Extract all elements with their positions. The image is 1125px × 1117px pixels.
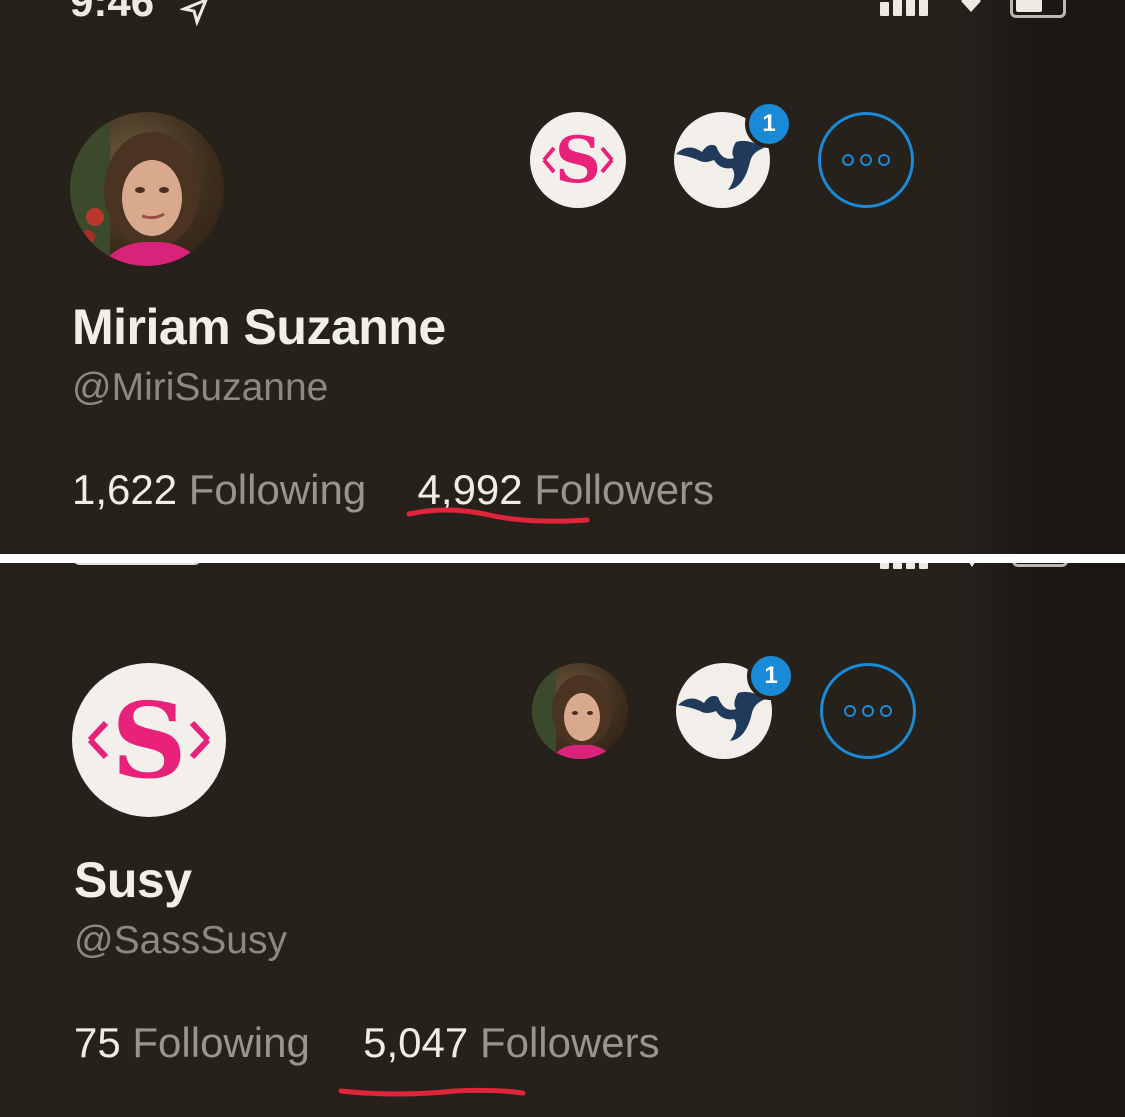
following-label: Following [132, 1019, 310, 1066]
following-count: 75 [74, 1019, 121, 1066]
followers-link[interactable]: 5,047 Followers [363, 1019, 660, 1066]
background-shade [960, 0, 1125, 554]
wifi-icon [961, 0, 981, 12]
status-time: 9:46 [70, 0, 155, 25]
svg-text:S: S [555, 123, 601, 198]
sass-s-logo-icon: S [87, 679, 211, 802]
red-underline-annotation [406, 507, 590, 524]
profile-avatar[interactable]: S [72, 663, 226, 817]
more-options-button[interactable] [820, 663, 916, 759]
wifi-icon [969, 563, 975, 567]
notification-badge: 1 [745, 100, 793, 148]
profile-panel-susy: S 1 Susy @SassSusy 75 Following 5,047 Fo… [0, 563, 1125, 1117]
svg-text:S: S [111, 679, 186, 802]
status-bar [0, 563, 1125, 579]
more-options-dot [862, 705, 874, 717]
display-name: Miriam Suzanne [72, 299, 446, 355]
profile-avatar[interactable] [70, 112, 224, 266]
signal-icon [880, 0, 928, 16]
portrait-image [532, 663, 614, 759]
linked-account-miriam-avatar[interactable] [532, 663, 628, 759]
followers-count: 5,047 [363, 1019, 469, 1066]
followers-label: Followers [479, 1019, 660, 1066]
following-count: 1,622 [72, 466, 178, 513]
following-link[interactable]: 75 Following [74, 1019, 321, 1066]
profile-stats: 75 Following 5,047 Followers [74, 1019, 660, 1067]
red-underline-annotation [338, 1087, 526, 1097]
more-options-dot [878, 154, 890, 166]
more-options-button[interactable] [818, 112, 914, 208]
profile-panel-miriam: 9:46 S 1 Miriam Suzanne @MiriSuzanne 1,6… [0, 0, 1125, 554]
more-options-dot [860, 154, 872, 166]
more-options-icon [844, 705, 856, 717]
profile-stats: 1,622 Following 4,992 Followers [72, 466, 714, 514]
status-time-cropped [72, 563, 202, 565]
status-bar: 9:46 [0, 0, 1125, 26]
portrait-image [70, 112, 204, 266]
user-handle: @SassSusy [74, 919, 287, 962]
signal-icon [880, 563, 928, 569]
battery-icon [1010, 0, 1066, 18]
user-handle: @MiriSuzanne [72, 366, 329, 409]
battery-icon [1012, 563, 1068, 567]
sass-s-logo-icon: S [542, 123, 614, 198]
following-link[interactable]: 1,622 Following [72, 466, 378, 513]
more-options-dot [880, 705, 892, 717]
background-shade [960, 563, 1125, 1117]
linked-account-susy-avatar[interactable]: S [530, 112, 626, 208]
notification-badge: 1 [747, 652, 795, 700]
image-divider [0, 554, 1125, 563]
more-options-icon [842, 154, 854, 166]
display-name: Susy [74, 852, 192, 908]
location-arrow-icon [180, 0, 208, 26]
following-label: Following [188, 466, 367, 513]
